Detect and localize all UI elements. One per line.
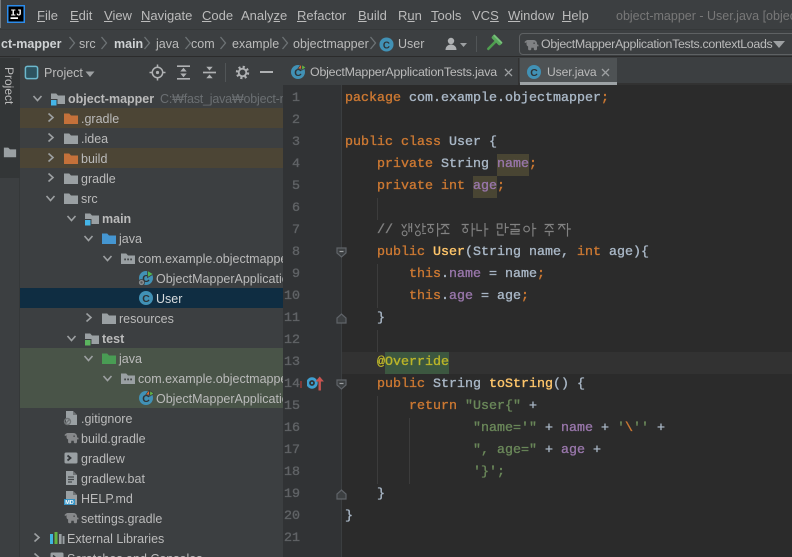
svg-text:MD: MD: [65, 500, 74, 506]
svg-text:C: C: [142, 293, 150, 305]
svg-text:IJ: IJ: [10, 7, 21, 18]
svg-text:C: C: [530, 67, 538, 79]
svg-text:C: C: [383, 40, 390, 51]
